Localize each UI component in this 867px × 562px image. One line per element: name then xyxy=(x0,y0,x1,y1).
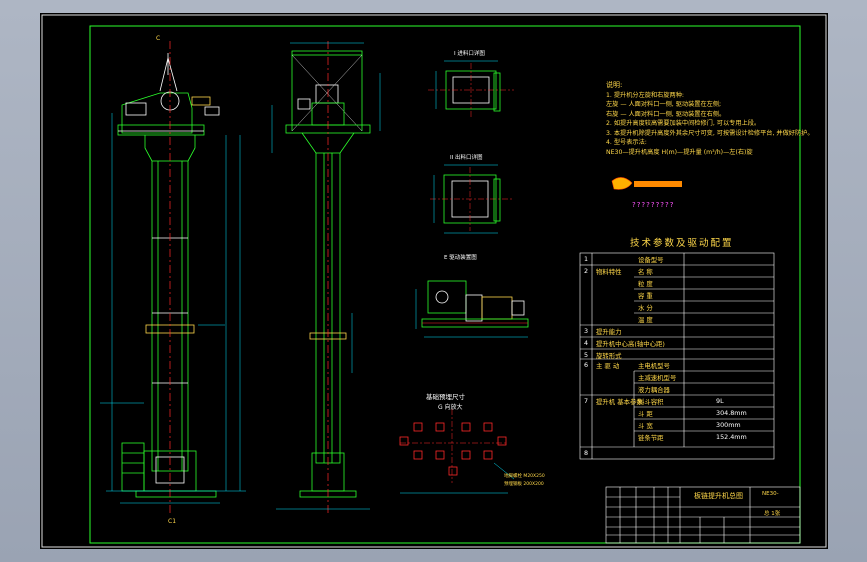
section-label-c1: C1 xyxy=(168,518,177,525)
drawing-number: NE30- xyxy=(762,491,779,497)
outlet-detail xyxy=(430,167,514,231)
param-row-item: 旋转形式 xyxy=(596,352,622,360)
logo-caption: ????????? xyxy=(632,201,675,209)
front-elevation xyxy=(117,53,220,498)
note-line: 左旋 — 人面对料口一侧, 驱动装置在左侧; xyxy=(606,101,722,108)
drive-title: E 驱动装置图 xyxy=(444,255,477,261)
note-line: 右旋 — 人面对料口一侧, 驱动装置在右侧。 xyxy=(606,110,726,118)
param-row-number: 3 xyxy=(584,327,589,335)
param-row-category: 提升机 基本参数 xyxy=(596,398,643,406)
param-table-title: 技术参数及驱动配置 xyxy=(630,238,734,249)
param-row-number: 4 xyxy=(584,339,589,347)
param-row-item: 容 重 xyxy=(638,292,653,300)
param-row-item: 名 称 xyxy=(638,268,653,276)
note-line: NE30—提升机高度 H(m)—提升量 (m³/h)—左(右)旋 xyxy=(606,148,753,156)
section-label-c: C xyxy=(156,35,161,42)
notes-title: 说明: xyxy=(606,81,623,89)
anchor-bolt-note: 地脚螺栓 M20X250 xyxy=(504,474,545,479)
param-row-item: 斗 距 xyxy=(638,410,653,418)
param-row-item: 粒 度 xyxy=(638,280,653,288)
note-line: 4. 型号表示法: xyxy=(606,139,647,146)
param-row-item: 链条节距 xyxy=(638,434,664,442)
notes-block: 说明: 1. 提升机分左旋和右旋两种: 左旋 — 人面对料口一侧, 驱动装置在左… xyxy=(606,81,814,157)
param-row-item: 主减速机型号 xyxy=(638,374,677,382)
drive-detail xyxy=(421,280,529,328)
param-row-value: 300mm xyxy=(716,421,741,429)
company-logo xyxy=(611,177,682,190)
param-row-category: 物料特性 xyxy=(596,268,622,276)
param-row-item: 水 分 xyxy=(638,304,653,312)
side-dimensions xyxy=(271,42,381,510)
note-line: 2. 如提升高度较高需要加装中间检修门, 可以专用上段。 xyxy=(606,120,761,127)
note-line: 1. 提升机分左旋和右旋两种: xyxy=(606,91,685,99)
inlet-title: I 进料口详图 xyxy=(454,51,485,57)
param-row-item: 提升机中心高(轴中心距) xyxy=(596,340,665,348)
param-row-value: 152.4mm xyxy=(716,433,747,441)
drawing-sheet: C C1 I 进料口详图 II 出料口详图 E 驱动装置图 基础预埋尺寸 G 向… xyxy=(40,13,828,549)
sheet-count: 总 1张 xyxy=(764,511,781,517)
outlet-title: II 出料口详图 xyxy=(450,155,483,161)
drawing-title: 板链提升机总图 xyxy=(694,492,743,500)
foundation-title: 基础预埋尺寸 xyxy=(426,393,465,401)
param-row-item: 斗 宽 xyxy=(638,422,653,430)
param-row-item: 液力耦合器 xyxy=(638,386,670,394)
param-row-number: 5 xyxy=(584,351,589,359)
embedded-plate-note: 预埋钢板 200X200 xyxy=(504,482,544,487)
param-row-item: 提升能力 xyxy=(596,328,622,336)
param-row-number: 2 xyxy=(584,267,589,275)
param-row-item: 料斗容积 xyxy=(638,398,664,406)
foundation-plan xyxy=(399,409,508,483)
param-row-number: 7 xyxy=(584,397,589,405)
param-row-item: 主电机型号 xyxy=(638,362,670,370)
inlet-detail xyxy=(428,63,514,117)
foundation-subtitle: G 向放大 xyxy=(438,404,463,411)
param-row-value: 9L xyxy=(716,397,724,405)
param-row-number: 6 xyxy=(584,361,589,369)
note-line: 3. 本提升机除提升高度外其余尺寸可变, 可按需设计检修平台, 并做好防护。 xyxy=(606,129,814,137)
param-row-value: 304.8mm xyxy=(716,409,747,417)
param-row-item: 设备型号 xyxy=(638,256,664,264)
param-row-item: 温 度 xyxy=(638,316,653,324)
param-row-number: 8 xyxy=(584,449,589,457)
param-row-number: 1 xyxy=(584,255,589,263)
param-row-category: 主 驱 动 xyxy=(596,362,620,370)
